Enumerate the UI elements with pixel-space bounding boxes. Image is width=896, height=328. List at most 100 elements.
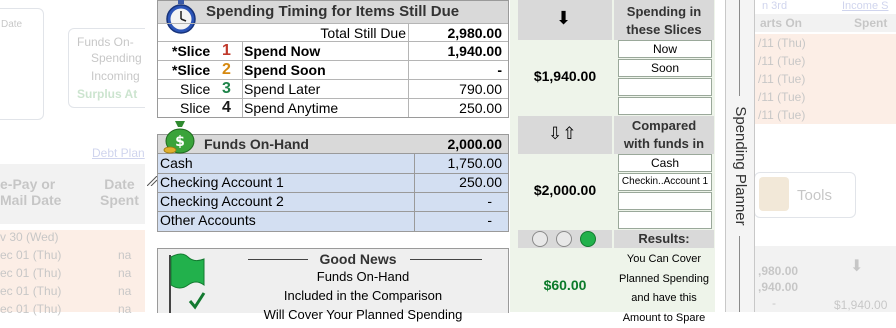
funds-title: Funds On-Hand: [204, 136, 309, 152]
compared-header-cell: Compared with funds in: [614, 116, 714, 154]
background-incoming-label: Incoming: [91, 69, 140, 83]
money-bag-icon: $: [163, 121, 195, 154]
slice-number: 4: [222, 99, 231, 116]
slice-box-now: Now: [618, 40, 712, 58]
slice-label: Spend Soon: [244, 62, 326, 78]
fund-box-checking-1: Checkin..Account 1: [618, 173, 712, 191]
background-rows: v 30 (Wed) ec 01 (Thu) na ec 01 (Thu) na…: [0, 230, 156, 316]
comparison-panel: ⬇ Spending in these Slices $1,940.00 Now…: [510, 0, 715, 324]
column-divider: [408, 23, 409, 117]
fund-box-cash: Cash: [618, 154, 712, 172]
background-right-col2: Spent: [854, 16, 888, 30]
background-tools-label: Tools: [797, 187, 833, 204]
status-lights: [532, 231, 596, 247]
column-divider: [242, 41, 243, 117]
spending-header-cell: Spending in these Slices: [614, 0, 714, 40]
slice-row-4: Slice 4 Spend Anytime 250.00: [158, 98, 508, 118]
fund-box-empty: [618, 211, 712, 229]
total-still-due-value: 2,980.00: [447, 25, 503, 41]
tools-icon: [759, 177, 789, 211]
list-item: /11 (Tue): [758, 90, 806, 104]
good-news-title: Good News: [319, 251, 397, 267]
good-news-section: Good News Funds On-Hand Included in the …: [157, 248, 509, 322]
slice-value: -: [497, 62, 502, 78]
total-still-due-label: Total Still Due: [320, 25, 406, 41]
background-date-spent-header: Date Spent: [100, 176, 139, 208]
background-link-1[interactable]: n 3rd: [762, 0, 787, 12]
status-light-off-icon: [532, 231, 548, 247]
slice-box-soon: Soon: [618, 59, 712, 77]
status-light-off-icon: [556, 231, 572, 247]
list-item: ,940.00: [758, 280, 799, 294]
slice-label: Spend Now: [244, 43, 321, 59]
account-label: Checking Account 2: [160, 193, 284, 209]
results-text: You Can Cover Planned Spending and have …: [619, 253, 709, 324]
account-value: 250.00: [459, 174, 502, 190]
account-label: Cash: [160, 155, 193, 171]
spending-arrow-cell: ⬇: [518, 0, 612, 40]
slice-prefix: *Slice: [172, 43, 211, 59]
spending-planner-sidebar-tab[interactable]: Spending Planner: [725, 0, 755, 312]
fund-box-empty: [618, 192, 712, 210]
background-right-amount: $1,940.00: [834, 298, 888, 312]
slice-number: 3: [222, 80, 231, 97]
slice-box-empty: [618, 78, 712, 96]
list-item: /11 (Tue): [758, 108, 806, 122]
list-item: /11 (Tue): [758, 72, 806, 86]
column-divider: [414, 154, 415, 231]
resize-grip-icon[interactable]: [147, 176, 157, 186]
slice-prefix: Slice: [180, 81, 211, 97]
spending-total: $1,940.00: [533, 68, 597, 84]
account-value: -: [487, 212, 492, 228]
background-right-rows: /11 (Thu) /11 (Tue) /11 (Tue) /11 (Tue) …: [754, 34, 896, 124]
arrow-down-icon: ⬇: [556, 8, 572, 28]
background-right-panel: n 3rd Income S arts On Spent /11 (Thu) /…: [754, 0, 896, 312]
arrow-down-icon: ⬇: [850, 258, 864, 275]
status-light-green-icon: [580, 231, 596, 247]
account-row-other: Other Accounts -: [158, 211, 508, 230]
list-item: -: [772, 296, 776, 310]
good-news-line-2: Included in the Comparison: [283, 288, 443, 303]
table-row: ec 01 (Thu) na: [0, 266, 132, 280]
divider: [248, 259, 308, 260]
good-news-line-3: Will Cover Your Planned Spending: [263, 307, 463, 322]
compared-header: Compared with funds in: [623, 118, 705, 151]
sidebar-label: Spending Planner: [730, 96, 750, 236]
funds-compare-total: $2,000.00: [533, 182, 597, 198]
slice-number: 2: [222, 61, 231, 78]
table-row: ec 01 (Thu) na: [0, 248, 132, 262]
background-surplus-label: Surplus At: [77, 87, 138, 101]
slice-label: Spend Anytime: [244, 100, 339, 116]
timing-title: Spending Timing for Items Still Due: [206, 3, 460, 20]
list-item: ,980.00: [758, 264, 799, 278]
list-item: /11 (Thu): [758, 36, 806, 50]
green-flag-icon: [169, 253, 206, 313]
slice-row-2: *Slice 2 Spend Soon -: [158, 60, 508, 80]
spending-timing-panel: Spending Timing for Items Still Due Tota…: [145, 0, 725, 324]
slice-row-3: Slice 3 Spend Later 790.00: [158, 79, 508, 99]
slice-value: 1,940.00: [447, 43, 503, 59]
results-label: Results:: [638, 231, 690, 246]
background-left-panel: Date Funds On- Spending Incoming Surplus…: [0, 0, 156, 316]
surplus-amount: $60.00: [543, 277, 587, 293]
account-value: 1,750.00: [447, 155, 503, 171]
background-funds-box: Funds On- Spending Incoming Surplus At: [68, 28, 156, 108]
funds-total-value: 2,000.00: [447, 136, 503, 152]
background-debt-plan-link[interactable]: Debt Plan: [92, 146, 145, 160]
slice-prefix: *Slice: [172, 62, 211, 78]
account-row-checking-1: Checking Account 1 250.00: [158, 173, 508, 193]
slice-box-empty: [618, 97, 712, 115]
total-still-due-row: Total Still Due 2,980.00: [158, 23, 508, 43]
status-lights-cell: [518, 230, 612, 248]
slice-label: Spend Later: [244, 81, 321, 97]
background-tools-button[interactable]: Tools: [754, 172, 856, 218]
background-date-box: Date: [0, 8, 44, 120]
slice-row-1: *Slice 1 Spend Now 1,940.00: [158, 41, 508, 61]
table-row: v 30 (Wed): [0, 230, 59, 244]
background-right-header: arts On Spent: [754, 14, 896, 32]
account-row-cash: Cash 1,750.00: [158, 154, 508, 174]
slice-number: 1: [222, 42, 231, 59]
results-header-cell: Results:: [614, 230, 714, 248]
list-item: /11 (Tue): [758, 54, 806, 68]
background-link-2[interactable]: Income S: [842, 0, 888, 12]
